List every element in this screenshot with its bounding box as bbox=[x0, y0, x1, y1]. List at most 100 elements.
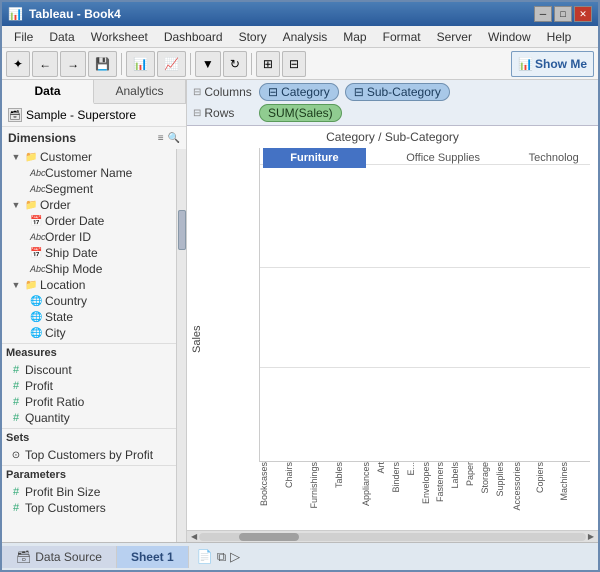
rows-shelf: ⊟ Rows SUM(Sales) bbox=[193, 104, 592, 122]
new-sheet-icon[interactable]: 📄 bbox=[197, 549, 213, 565]
tree-order-id[interactable]: Abc Order ID bbox=[2, 229, 176, 245]
sum-sales-pill[interactable]: SUM(Sales) bbox=[259, 104, 342, 122]
maximize-button[interactable]: □ bbox=[554, 6, 572, 22]
toolbar-refresh-btn[interactable]: ↻ bbox=[223, 51, 247, 77]
label-binders: Binders bbox=[391, 462, 405, 493]
menu-dashboard[interactable]: Dashboard bbox=[156, 28, 231, 46]
toolbar-sep2 bbox=[190, 53, 191, 75]
tree-ship-date[interactable]: 📅 Ship Date bbox=[2, 245, 176, 261]
y-axis-label: Sales bbox=[187, 148, 207, 530]
chart-title: Category / Sub-Category bbox=[187, 126, 598, 148]
subcategory-pill[interactable]: ⊟ Sub-Category bbox=[345, 83, 450, 101]
folder-icon3: 📁 bbox=[25, 280, 37, 291]
menu-help[interactable]: Help bbox=[539, 28, 580, 46]
toolbar-chart2-btn[interactable]: 📈 bbox=[157, 51, 186, 77]
label-chairs: Chairs bbox=[284, 462, 308, 488]
scroll-thumb-vertical[interactable] bbox=[178, 210, 186, 250]
show-me-button[interactable]: 📊 Show Me bbox=[511, 51, 594, 77]
tree-profit[interactable]: # Profit bbox=[2, 378, 176, 394]
hash-icon: # bbox=[10, 364, 22, 376]
tree-location-group[interactable]: ▼ 📁 Location bbox=[2, 277, 176, 293]
tree-order-group[interactable]: ▼ 📁 Order bbox=[2, 197, 176, 213]
menu-data[interactable]: Data bbox=[41, 28, 82, 46]
subcategory-pill-label: Sub-Category bbox=[367, 85, 441, 99]
tree-top-customers-set[interactable]: ⊙ Top Customers by Profit bbox=[2, 447, 176, 463]
toolbar-back-btn[interactable]: ← bbox=[32, 51, 58, 77]
tree-discount[interactable]: # Discount bbox=[2, 362, 176, 378]
parameters-section: Parameters bbox=[2, 465, 176, 484]
abc-icon: Abc bbox=[30, 168, 42, 178]
tree-state[interactable]: 🌐 State bbox=[2, 309, 176, 325]
dim-sort-icon[interactable]: ≡ bbox=[158, 133, 164, 144]
scroll-thumb-horizontal[interactable] bbox=[239, 533, 299, 541]
menu-window[interactable]: Window bbox=[480, 28, 539, 46]
tree-top-customers-param[interactable]: # Top Customers bbox=[2, 500, 176, 516]
scroll-track[interactable] bbox=[199, 533, 586, 541]
rows-text: Rows bbox=[204, 106, 234, 120]
category-pill[interactable]: ⊟ Category bbox=[259, 83, 339, 101]
show-me-label: Show Me bbox=[535, 57, 587, 71]
tree-segment[interactable]: Abc Segment bbox=[2, 181, 176, 197]
tree-scrollbar[interactable] bbox=[176, 149, 186, 542]
city-label: City bbox=[45, 326, 66, 340]
label-supplies: Supplies bbox=[495, 462, 509, 497]
present-icon[interactable]: ▷ bbox=[230, 549, 240, 565]
forward-icon: → bbox=[67, 57, 79, 71]
toolbar-grid1-btn[interactable]: ⊞ bbox=[256, 51, 280, 77]
left-panel-scroll: ▼ 📁 Customer Abc Customer Name Abc Segme… bbox=[2, 149, 186, 542]
minimize-button[interactable]: ─ bbox=[534, 6, 552, 22]
menu-server[interactable]: Server bbox=[429, 28, 480, 46]
menu-format[interactable]: Format bbox=[375, 28, 429, 46]
menu-bar: File Data Worksheet Dashboard Story Anal… bbox=[2, 26, 598, 48]
tree-profit-bin[interactable]: # Profit Bin Size bbox=[2, 484, 176, 500]
tab-sheet1[interactable]: Sheet 1 bbox=[117, 546, 189, 568]
hash-icon5: # bbox=[10, 486, 22, 498]
label-copiers: Copiers bbox=[535, 462, 558, 493]
toolbar-chart1-btn[interactable]: 📊 bbox=[126, 51, 155, 77]
refresh-icon: ↻ bbox=[230, 57, 240, 71]
toolbar-save-btn[interactable]: 💾 bbox=[88, 51, 117, 77]
tech-xlabels: Accessories Copiers Machines bbox=[512, 462, 582, 530]
toolbar-filter-btn[interactable]: ▼ bbox=[195, 51, 221, 77]
columns-text: Columns bbox=[204, 85, 251, 99]
duplicate-sheet-icon[interactable]: ⧉ bbox=[217, 549, 226, 565]
abc-icon2: Abc bbox=[30, 184, 42, 194]
tree-quantity[interactable]: # Quantity bbox=[2, 410, 176, 426]
menu-file[interactable]: File bbox=[6, 28, 41, 46]
globe-icon2: 🌐 bbox=[30, 312, 42, 323]
abc-icon3: Abc bbox=[30, 232, 42, 242]
close-button[interactable]: ✕ bbox=[574, 6, 592, 22]
scroll-left-arrow[interactable]: ◀ bbox=[189, 532, 199, 541]
label-bookcases: Bookcases bbox=[259, 462, 283, 506]
tree-ship-mode[interactable]: Abc Ship Mode bbox=[2, 261, 176, 277]
tree-customer-name[interactable]: Abc Customer Name bbox=[2, 165, 176, 181]
tree-country[interactable]: 🌐 Country bbox=[2, 293, 176, 309]
tab-analytics[interactable]: Analytics bbox=[94, 80, 186, 103]
tree-city[interactable]: 🌐 City bbox=[2, 325, 176, 341]
tree-customer-group[interactable]: ▼ 📁 Customer bbox=[2, 149, 176, 165]
set-icon: ⊙ bbox=[10, 450, 22, 461]
menu-map[interactable]: Map bbox=[335, 28, 374, 46]
tree-area: ▼ 📁 Customer Abc Customer Name Abc Segme… bbox=[2, 149, 176, 542]
shelves: ⊟ Columns ⊟ Category ⊟ Sub-Category ⊟ bbox=[187, 80, 598, 126]
menu-story[interactable]: Story bbox=[231, 28, 275, 46]
dim-search-icon[interactable]: 🔍 bbox=[168, 133, 180, 144]
menu-worksheet[interactable]: Worksheet bbox=[83, 28, 156, 46]
tree-profit-ratio[interactable]: # Profit Ratio bbox=[2, 394, 176, 410]
bars-area bbox=[262, 168, 588, 461]
segment-label: Segment bbox=[45, 182, 93, 196]
new-icon: ✦ bbox=[13, 57, 23, 71]
dimensions-header: Dimensions ≡ 🔍 bbox=[2, 127, 186, 149]
toolbar-forward-btn[interactable]: → bbox=[60, 51, 86, 77]
tab-data-source[interactable]: 🗃 Data Source bbox=[2, 546, 117, 568]
menu-analysis[interactable]: Analysis bbox=[275, 28, 336, 46]
tree-order-date[interactable]: 📅 Order Date bbox=[2, 213, 176, 229]
tab-data[interactable]: Data bbox=[2, 80, 94, 104]
toolbar-grid2-btn[interactable]: ⊟ bbox=[282, 51, 306, 77]
scroll-right-arrow[interactable]: ▶ bbox=[586, 532, 596, 541]
label-e: E... bbox=[406, 462, 420, 476]
title-bar-controls: ─ □ ✕ bbox=[534, 6, 592, 22]
window-title: Tableau - Book4 bbox=[29, 7, 121, 21]
hash-icon4: # bbox=[10, 412, 22, 424]
toolbar-new-btn[interactable]: ✦ bbox=[6, 51, 30, 77]
